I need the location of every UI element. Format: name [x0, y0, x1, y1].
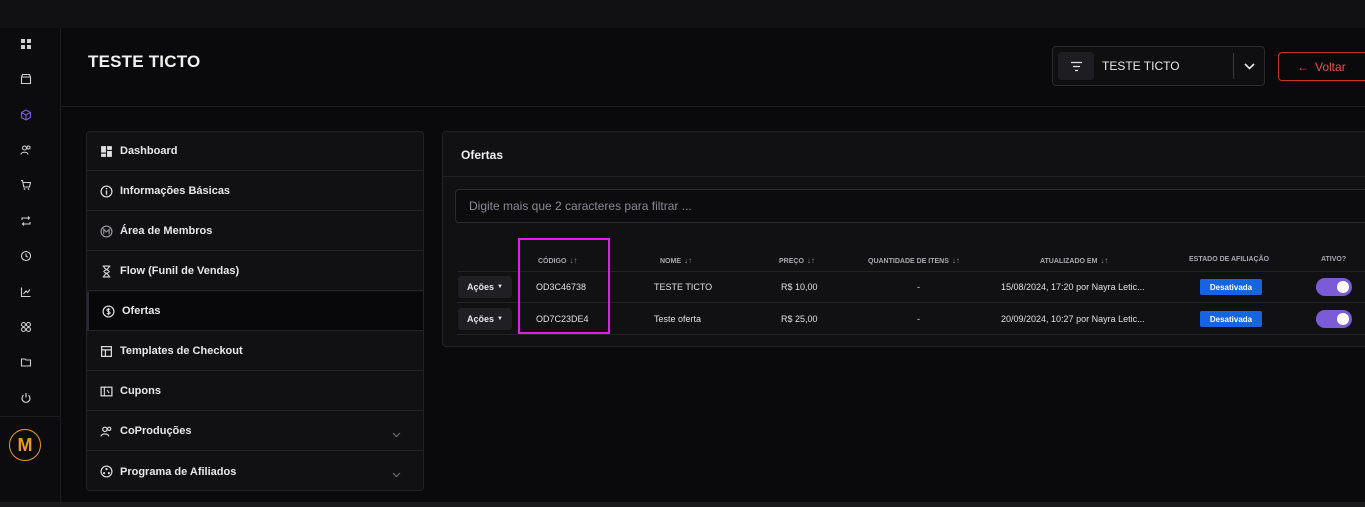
menu-item-programa-de-afiliados[interactable]: Programa de Afiliados — [87, 452, 423, 490]
affiliate-icon — [99, 465, 113, 479]
dollar-icon — [101, 304, 115, 318]
column-header-estado-afiliacao: ESTADO DE AFILIAÇÃO — [1189, 256, 1270, 263]
chevron-down-icon[interactable] — [1240, 57, 1258, 75]
offer-updated: 20/09/2024, 10:27 por Nayra Letic... — [1001, 314, 1145, 324]
column-header-preco[interactable]: PREÇO ↓↑ — [779, 256, 815, 265]
row-divider — [457, 302, 1365, 303]
active-toggle[interactable] — [1316, 278, 1352, 296]
brand-logo[interactable]: M — [9, 429, 41, 461]
repeat-icon[interactable] — [17, 212, 35, 230]
menu-item-label: Programa de Afiliados — [120, 465, 237, 478]
layout-icon — [99, 344, 113, 358]
header-divider — [60, 106, 1365, 107]
caret-down-icon: ▼ — [497, 316, 503, 322]
users-icon[interactable] — [17, 141, 35, 159]
offer-code: OD7C23DE4 — [536, 314, 589, 324]
coupon-icon — [99, 384, 113, 398]
back-button-label: Voltar — [1315, 59, 1346, 74]
menu-item-label: Ofertas — [122, 305, 161, 317]
offer-quantity: - — [917, 314, 920, 324]
selector-value: TESTE TICTO — [1102, 59, 1180, 73]
column-header-ativo: ATIVO? — [1321, 256, 1347, 263]
offer-price: R$ 10,00 — [781, 282, 818, 292]
members-icon — [99, 224, 113, 238]
icon-rail: M — [0, 28, 61, 502]
column-header-codigo[interactable]: CÓDIGO ↓↑ — [538, 256, 577, 265]
top-bar — [0, 0, 1365, 28]
grid-icon — [99, 144, 113, 158]
menu-item-ofertas[interactable]: Ofertas — [87, 292, 423, 331]
menu-item-label: Dashboard — [120, 145, 178, 157]
column-header-quantidade[interactable]: QUANTIDADE DE ITENS ↓↑ — [868, 256, 960, 265]
store-icon[interactable] — [17, 70, 35, 88]
cart-icon[interactable] — [17, 176, 35, 194]
offer-code: OD3C46738 — [536, 282, 587, 292]
menu-item-label: Templates de Checkout — [120, 345, 243, 357]
menu-item-coproducoes[interactable]: CoProduções — [87, 412, 423, 451]
filter-icon[interactable] — [1058, 52, 1094, 80]
back-button[interactable]: ← Voltar — [1278, 52, 1365, 81]
menu-item-templates-de-checkout[interactable]: Templates de Checkout — [87, 332, 423, 371]
bottom-bar — [0, 502, 1365, 507]
sort-icon: ↓↑ — [806, 256, 815, 265]
status-badge: Desativada — [1200, 279, 1262, 295]
users-icon — [99, 424, 113, 438]
offers-title: Ofertas — [461, 148, 504, 162]
column-header-nome[interactable]: NOME ↓↑ — [660, 256, 692, 265]
panel-header-divider — [443, 176, 1365, 177]
info-icon — [99, 184, 113, 198]
actions-dropdown-button[interactable]: Ações ▼ — [458, 308, 512, 330]
arrow-left-icon: ← — [1297, 59, 1309, 74]
sort-icon: ↓↑ — [1100, 256, 1109, 265]
menu-item-label: Informações Básicas — [120, 185, 231, 197]
sort-icon: ↓↑ — [569, 256, 578, 265]
menu-item-informacoes-basicas[interactable]: Informações Básicas — [87, 172, 423, 211]
offer-quantity: - — [917, 282, 920, 292]
selector-divider — [1233, 53, 1234, 79]
offer-name: TESTE TICTO — [654, 282, 713, 292]
menu-item-dashboard[interactable]: Dashboard — [87, 132, 423, 171]
status-badge: Desativada — [1200, 311, 1262, 327]
folder-icon[interactable] — [17, 353, 35, 371]
column-header-atualizado[interactable]: ATUALIZADO EM ↓↑ — [1040, 256, 1108, 265]
chevron-down-icon[interactable] — [392, 425, 401, 443]
toggle-knob — [1337, 313, 1349, 325]
menu-item-label: Cupons — [120, 385, 161, 397]
row-divider — [457, 334, 1365, 335]
chevron-down-icon[interactable] — [392, 465, 401, 483]
offers-panel: Ofertas CÓDIGO↓↑ NOME↓↑ PREÇO↓↑ QUANTIDA… — [442, 131, 1365, 347]
grid-icon[interactable] — [17, 35, 35, 53]
power-icon[interactable] — [17, 389, 35, 407]
toggle-knob — [1337, 281, 1349, 293]
menu-item-label: CoProduções — [120, 425, 192, 437]
menu-item-label: Área de Membros — [120, 225, 213, 237]
active-toggle[interactable] — [1316, 310, 1352, 328]
hourglass-icon — [99, 264, 113, 278]
offer-price: R$ 25,00 — [781, 314, 818, 324]
apps-icon[interactable] — [17, 318, 35, 336]
product-selector[interactable]: TESTE TICTO — [1052, 46, 1265, 86]
offer-name: Teste oferta — [654, 314, 702, 324]
sort-icon: ↓↑ — [951, 256, 960, 265]
offers-search-input[interactable] — [455, 189, 1365, 223]
product-menu: Dashboard Informações Básicas Área de Me… — [86, 131, 424, 491]
row-divider — [457, 271, 1365, 272]
chart-icon[interactable] — [17, 283, 35, 301]
sort-icon: ↓↑ — [684, 256, 692, 265]
menu-item-cupons[interactable]: Cupons — [87, 372, 423, 411]
menu-item-label: Flow (Funil de Vendas) — [120, 265, 240, 277]
actions-dropdown-button[interactable]: Ações ▼ — [458, 276, 512, 298]
rail-divider — [0, 416, 60, 417]
menu-item-flow[interactable]: Flow (Funil de Vendas) — [87, 252, 423, 291]
offer-updated: 15/08/2024, 17:20 por Nayra Letic... — [1001, 282, 1145, 292]
box-icon[interactable] — [17, 106, 35, 124]
history-icon[interactable] — [17, 247, 35, 265]
menu-item-area-de-membros[interactable]: Área de Membros — [87, 212, 423, 251]
caret-down-icon: ▼ — [497, 284, 503, 290]
page-title: TESTE TICTO — [88, 52, 201, 71]
